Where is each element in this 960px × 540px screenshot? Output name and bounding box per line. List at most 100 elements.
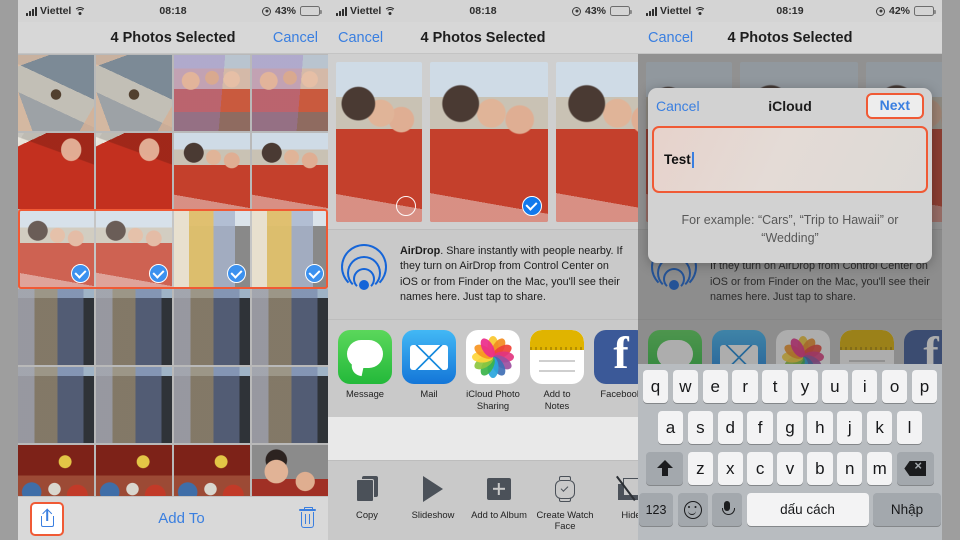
key-y[interactable]: y xyxy=(792,370,818,403)
unselected-circle-icon[interactable] xyxy=(396,195,416,216)
selected-check-icon[interactable] xyxy=(522,195,542,216)
key-q[interactable]: q xyxy=(642,370,669,403)
selected-check-icon xyxy=(227,264,246,283)
emoji-key[interactable] xyxy=(677,493,708,526)
key-h[interactable]: h xyxy=(807,411,833,444)
photo-cell[interactable] xyxy=(174,133,250,209)
share-target-mail[interactable]: Mail xyxy=(402,330,456,411)
add-to-button[interactable]: Add To xyxy=(64,510,299,527)
photo-cell[interactable] xyxy=(18,367,94,443)
action-add-to-album[interactable]: Add to Album xyxy=(468,469,530,536)
share-apps-row[interactable]: Message Mail iCloud Photo Sharing Add to… xyxy=(328,319,638,417)
share-target-facebook[interactable]: Facebook xyxy=(594,330,638,411)
photo-cell[interactable] xyxy=(174,55,250,131)
photo-grid[interactable] xyxy=(18,54,328,521)
key-t[interactable]: t xyxy=(762,370,788,403)
cancel-button[interactable]: Cancel xyxy=(648,30,693,46)
photo-cell[interactable] xyxy=(174,367,250,443)
location-icon xyxy=(876,6,885,16)
navigation-bar: Cancel 4 Photos Selected xyxy=(328,22,638,54)
text-caret xyxy=(691,151,694,168)
delete-button[interactable] xyxy=(299,506,316,528)
on-screen-keyboard[interactable]: q w e r t y u i o p a s d f g h j k l z … xyxy=(638,364,942,540)
next-button[interactable]: Next xyxy=(865,93,924,119)
wifi-icon xyxy=(694,6,707,16)
message-icon xyxy=(338,330,392,385)
key-b[interactable]: b xyxy=(807,452,833,485)
key-s[interactable]: s xyxy=(687,411,714,444)
photo-cell[interactable] xyxy=(18,133,94,209)
share-button[interactable] xyxy=(30,501,64,536)
copy-icon xyxy=(356,476,378,502)
action-hide[interactable]: Hide xyxy=(600,469,638,536)
photo-cell[interactable] xyxy=(96,367,172,443)
photo-cell[interactable] xyxy=(96,55,172,131)
photo-cell-selected[interactable] xyxy=(96,211,172,287)
photo-cell[interactable] xyxy=(252,133,328,209)
share-target-message[interactable]: Message xyxy=(338,330,392,411)
album-name-input[interactable]: Test xyxy=(652,126,928,193)
key-m[interactable]: m xyxy=(866,452,893,485)
share-actions-row[interactable]: Copy Slideshow Add to Album Create Watch… xyxy=(328,460,638,540)
key-k[interactable]: k xyxy=(866,411,893,444)
preview-thumbnail[interactable] xyxy=(336,61,422,222)
dictation-key[interactable] xyxy=(712,493,742,526)
key-c[interactable]: c xyxy=(747,452,773,485)
key-x[interactable]: x xyxy=(717,452,743,485)
key-f[interactable]: f xyxy=(747,411,773,444)
key-d[interactable]: d xyxy=(717,411,743,444)
photo-cell[interactable] xyxy=(174,289,250,365)
key-l[interactable]: l xyxy=(896,411,923,444)
delete-key[interactable] xyxy=(896,452,934,485)
cancel-button[interactable]: Cancel xyxy=(338,30,383,46)
photo-cell-selected[interactable] xyxy=(174,211,250,287)
preview-thumbnail[interactable] xyxy=(430,61,548,222)
photo-cell[interactable] xyxy=(252,367,328,443)
photo-cell[interactable] xyxy=(18,55,94,131)
airdrop-section[interactable]: AirDrop. Share instantly with people nea… xyxy=(328,229,638,320)
key-e[interactable]: e xyxy=(702,370,728,403)
photo-cell[interactable] xyxy=(252,289,328,365)
share-target-icloud-photo-sharing[interactable]: iCloud Photo Sharing xyxy=(461,325,525,412)
wifi-icon xyxy=(384,6,397,16)
photo-cell-selected[interactable] xyxy=(18,211,94,287)
key-n[interactable]: n xyxy=(837,452,863,485)
photo-cell-selected[interactable] xyxy=(252,211,328,287)
screenshot-root: Viettel 08:18 43% 4 Photos Selected Canc… xyxy=(0,0,960,540)
keyboard-row-4: 123 dấu cách Nhập xyxy=(639,493,941,526)
photo-cell[interactable] xyxy=(252,55,328,131)
navigation-bar: Cancel 4 Photos Selected xyxy=(638,22,942,54)
status-left: Viettel xyxy=(336,5,469,17)
key-a[interactable]: a xyxy=(657,411,684,444)
photo-cell[interactable] xyxy=(96,289,172,365)
space-key[interactable]: dấu cách xyxy=(746,493,869,526)
delete-icon xyxy=(904,458,926,476)
key-o[interactable]: o xyxy=(881,370,908,403)
key-g[interactable]: g xyxy=(777,411,803,444)
key-i[interactable]: i xyxy=(852,370,878,403)
preview-thumbnail[interactable] xyxy=(556,61,638,222)
key-p[interactable]: p xyxy=(911,370,938,403)
key-z[interactable]: z xyxy=(687,452,714,485)
key-u[interactable]: u xyxy=(822,370,848,403)
battery-icon xyxy=(300,6,323,16)
photo-cell[interactable] xyxy=(96,133,172,209)
shift-key[interactable] xyxy=(646,452,684,485)
selected-photos-preview[interactable] xyxy=(328,54,638,229)
key-w[interactable]: w xyxy=(672,370,699,403)
return-key[interactable]: Nhập xyxy=(873,493,941,526)
cancel-button[interactable]: Cancel xyxy=(273,30,318,46)
key-j[interactable]: j xyxy=(837,411,863,444)
carrier-label: Viettel xyxy=(40,5,72,17)
action-copy[interactable]: Copy xyxy=(336,469,398,536)
dialog-cancel-button[interactable]: Cancel xyxy=(656,98,700,114)
key-v[interactable]: v xyxy=(777,452,803,485)
key-r[interactable]: r xyxy=(732,370,758,403)
share-target-add-to-notes[interactable]: Add to Notes xyxy=(530,330,584,411)
battery-percent-label: 43% xyxy=(275,5,297,17)
action-label: Hide xyxy=(621,509,638,520)
action-create-watch-face[interactable]: Create Watch Face xyxy=(534,469,596,536)
numbers-key[interactable]: 123 xyxy=(639,493,673,526)
action-slideshow[interactable]: Slideshow xyxy=(402,469,464,536)
photo-cell[interactable] xyxy=(18,289,94,365)
